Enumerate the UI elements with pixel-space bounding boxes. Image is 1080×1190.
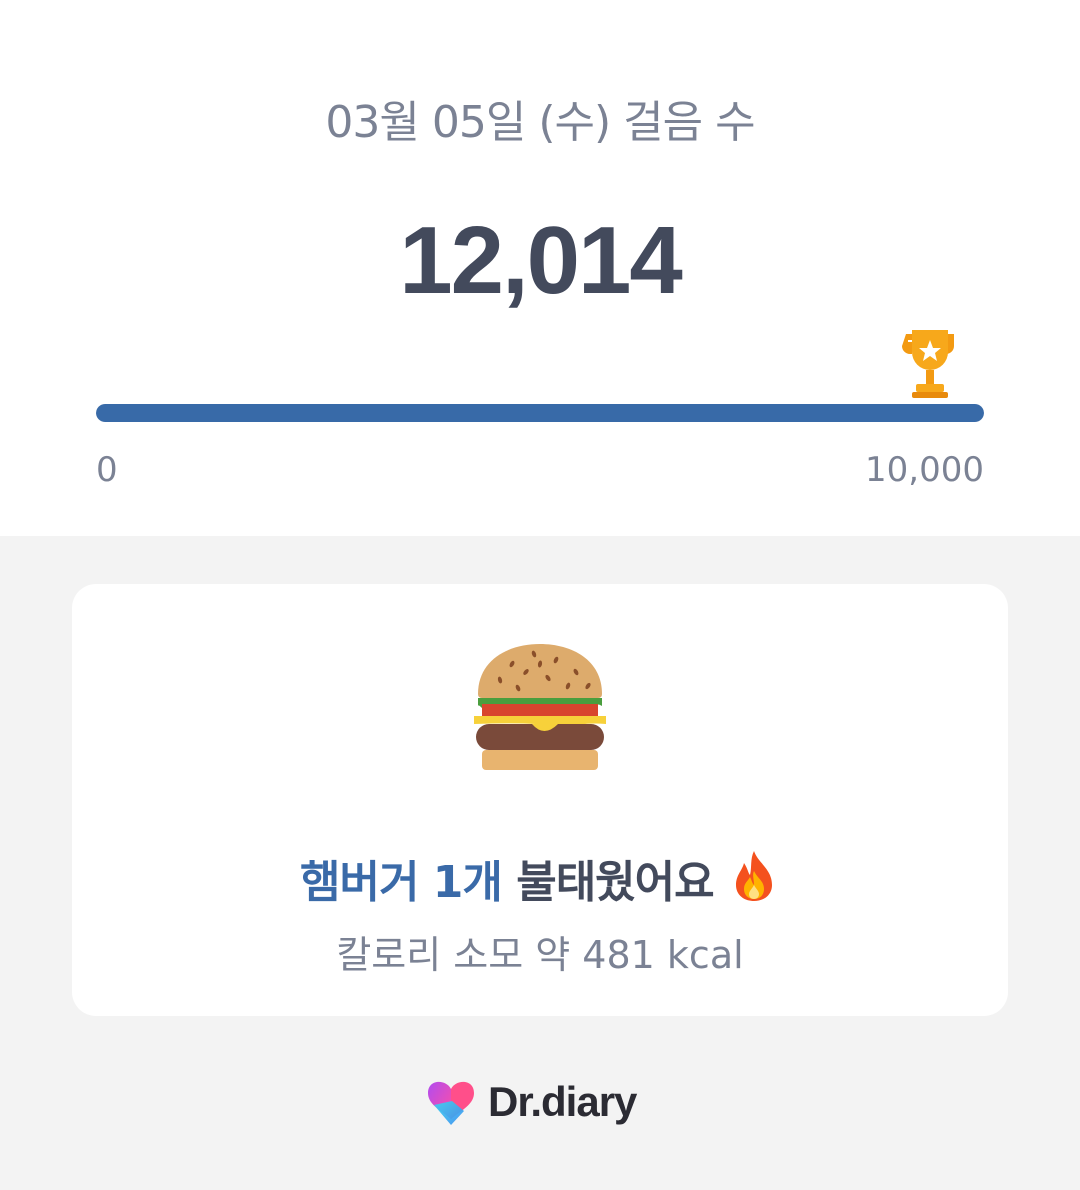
page-title: 03월 05일 (수) 걸음 수 (325, 97, 755, 148)
calorie-card: 햄버거 1개 불태웠어요 칼로리 소모 약 481 kcal (72, 584, 1008, 1016)
hamburger-icon (474, 644, 606, 770)
burn-action-text: 불태웠어요 (516, 857, 714, 908)
steps-summary-section: 03월 05일 (수) 걸음 수 12,014 0 10,000 (0, 0, 1080, 536)
step-count: 12,014 (399, 207, 683, 314)
dr-diary-logo-icon (428, 1081, 474, 1125)
progress-max-label: 10,000 (865, 450, 984, 490)
step-progress-fill (96, 404, 984, 422)
trophy-icon (902, 330, 954, 398)
calories-burned: 칼로리 소모 약 481 kcal (336, 933, 744, 977)
progress-min-label: 0 (96, 450, 118, 490)
brand-footer: Dr.diary (424, 1074, 637, 1130)
burn-headline: 햄버거 1개 불태웠어요 (72, 846, 1008, 910)
brand-name: Dr.diary (488, 1078, 637, 1125)
fire-icon (735, 851, 772, 901)
food-equivalent: 햄버거 1개 (300, 857, 503, 908)
step-progress-bar (96, 404, 984, 422)
